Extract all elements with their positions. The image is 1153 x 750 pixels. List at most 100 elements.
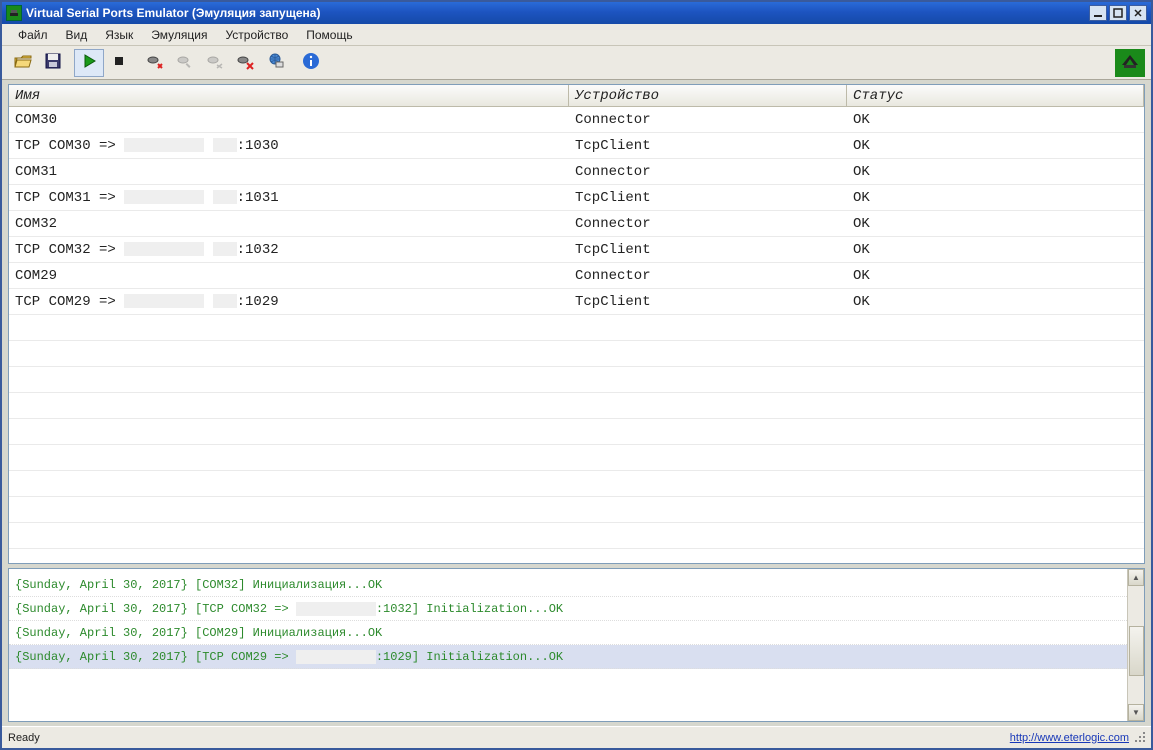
device-delete-icon bbox=[235, 51, 255, 74]
table-row[interactable]: TCP COM30 => :1030TcpClientOK bbox=[9, 133, 1144, 159]
cell-device: Connector bbox=[569, 268, 847, 284]
scroll-thumb[interactable] bbox=[1129, 626, 1144, 676]
menu-bar: Файл Вид Язык Эмуляция Устройство Помощь bbox=[2, 24, 1151, 46]
col-name[interactable]: Имя bbox=[9, 85, 569, 107]
table-row-empty bbox=[9, 393, 1144, 419]
redacted-ip bbox=[124, 190, 204, 204]
cell-name: COM31 bbox=[9, 164, 569, 180]
close-button[interactable] bbox=[1129, 5, 1147, 21]
cell-status: OK bbox=[847, 164, 1144, 180]
redacted-ip bbox=[124, 294, 204, 308]
open-icon bbox=[13, 51, 33, 74]
redacted-ip bbox=[213, 242, 237, 256]
redacted-ip bbox=[124, 242, 204, 256]
redacted-ip bbox=[213, 138, 237, 152]
cell-device: Connector bbox=[569, 216, 847, 232]
cell-name: COM29 bbox=[9, 268, 569, 284]
app-icon bbox=[6, 5, 22, 21]
table-row[interactable]: COM31ConnectorOK bbox=[9, 159, 1144, 185]
table-row[interactable]: TCP COM32 => :1032TcpClientOK bbox=[9, 237, 1144, 263]
cell-name: COM32 bbox=[9, 216, 569, 232]
redacted-ip bbox=[296, 650, 376, 664]
cell-name: TCP COM31 => :1031 bbox=[9, 190, 569, 206]
info-icon bbox=[301, 51, 321, 74]
save-button[interactable] bbox=[38, 49, 68, 77]
minimize-button[interactable] bbox=[1089, 5, 1107, 21]
device-edit-icon bbox=[175, 51, 195, 74]
col-device[interactable]: Устройство bbox=[569, 85, 847, 107]
window-title: Virtual Serial Ports Emulator (Эмуляция … bbox=[26, 6, 1089, 20]
log-line[interactable]: {Sunday, April 30, 2017} [TCP COM32 => :… bbox=[9, 597, 1127, 621]
device-network-button[interactable] bbox=[260, 49, 290, 77]
maximize-button[interactable] bbox=[1109, 5, 1127, 21]
stop-button[interactable] bbox=[104, 49, 134, 77]
redacted-ip bbox=[124, 138, 204, 152]
table-row[interactable]: TCP COM31 => :1031TcpClientOK bbox=[9, 185, 1144, 211]
table-row-empty bbox=[9, 315, 1144, 341]
redacted-ip bbox=[296, 602, 376, 616]
menu-view[interactable]: Вид bbox=[58, 25, 96, 45]
menu-emulation[interactable]: Эмуляция bbox=[143, 25, 215, 45]
vendor-link[interactable]: http://www.eterlogic.com bbox=[1010, 732, 1145, 744]
cell-device: TcpClient bbox=[569, 242, 847, 258]
play-button[interactable] bbox=[74, 49, 104, 77]
device-reconnect-button[interactable] bbox=[200, 49, 230, 77]
table-row-empty bbox=[9, 523, 1144, 549]
log-scrollbar[interactable]: ▲ ▼ bbox=[1127, 569, 1144, 721]
cell-device: TcpClient bbox=[569, 138, 847, 154]
device-edit-button[interactable] bbox=[170, 49, 200, 77]
open-button[interactable] bbox=[8, 49, 38, 77]
log-panel: {Sunday, April 30, 2017} [COM32] Инициал… bbox=[8, 568, 1145, 722]
redacted-ip bbox=[213, 190, 237, 204]
play-icon bbox=[79, 51, 99, 74]
table-row-empty bbox=[9, 497, 1144, 523]
logo-icon bbox=[1118, 49, 1142, 76]
device-delete-button[interactable] bbox=[230, 49, 260, 77]
table-row[interactable]: COM32ConnectorOK bbox=[9, 211, 1144, 237]
vendor-logo[interactable] bbox=[1115, 49, 1145, 77]
cell-status: OK bbox=[847, 112, 1144, 128]
scroll-down-button[interactable]: ▼ bbox=[1128, 704, 1144, 721]
cell-status: OK bbox=[847, 216, 1144, 232]
cell-name: COM30 bbox=[9, 112, 569, 128]
scroll-track[interactable] bbox=[1128, 586, 1144, 704]
log-line[interactable]: {Sunday, April 30, 2017} [COM32] Инициал… bbox=[9, 573, 1127, 597]
app-window: Virtual Serial Ports Emulator (Эмуляция … bbox=[0, 0, 1153, 750]
log-body: {Sunday, April 30, 2017} [COM32] Инициал… bbox=[9, 569, 1127, 721]
cell-status: OK bbox=[847, 294, 1144, 310]
table-row[interactable]: COM30ConnectorOK bbox=[9, 107, 1144, 133]
table-body: COM30ConnectorOKTCP COM30 => :1030TcpCli… bbox=[9, 107, 1144, 563]
col-status[interactable]: Статус bbox=[847, 85, 1144, 107]
table-row-empty bbox=[9, 445, 1144, 471]
cell-device: Connector bbox=[569, 164, 847, 180]
status-text: Ready bbox=[8, 732, 40, 744]
status-bar: Ready http://www.eterlogic.com bbox=[2, 726, 1151, 748]
device-new-icon bbox=[145, 51, 165, 74]
resize-grip[interactable] bbox=[1133, 730, 1147, 744]
save-icon bbox=[43, 51, 63, 74]
title-bar[interactable]: Virtual Serial Ports Emulator (Эмуляция … bbox=[2, 2, 1151, 24]
device-network-icon bbox=[265, 51, 285, 74]
table-header: Имя Устройство Статус bbox=[9, 85, 1144, 107]
device-table: Имя Устройство Статус COM30ConnectorOKTC… bbox=[8, 84, 1145, 564]
cell-status: OK bbox=[847, 242, 1144, 258]
menu-device[interactable]: Устройство bbox=[217, 25, 296, 45]
cell-status: OK bbox=[847, 138, 1144, 154]
scroll-up-button[interactable]: ▲ bbox=[1128, 569, 1144, 586]
device-new-button[interactable] bbox=[140, 49, 170, 77]
cell-device: TcpClient bbox=[569, 190, 847, 206]
log-line[interactable]: {Sunday, April 30, 2017} [COM29] Инициал… bbox=[9, 621, 1127, 645]
redacted-ip bbox=[213, 294, 237, 308]
menu-file[interactable]: Файл bbox=[10, 25, 56, 45]
info-button[interactable] bbox=[296, 49, 326, 77]
cell-name: TCP COM29 => :1029 bbox=[9, 294, 569, 310]
table-row-empty bbox=[9, 367, 1144, 393]
table-row[interactable]: TCP COM29 => :1029TcpClientOK bbox=[9, 289, 1144, 315]
cell-status: OK bbox=[847, 268, 1144, 284]
menu-language[interactable]: Язык bbox=[97, 25, 141, 45]
log-line[interactable]: {Sunday, April 30, 2017} [TCP COM29 => :… bbox=[9, 645, 1127, 669]
cell-device: Connector bbox=[569, 112, 847, 128]
menu-help[interactable]: Помощь bbox=[298, 25, 360, 45]
table-row[interactable]: COM29ConnectorOK bbox=[9, 263, 1144, 289]
cell-name: TCP COM30 => :1030 bbox=[9, 138, 569, 154]
